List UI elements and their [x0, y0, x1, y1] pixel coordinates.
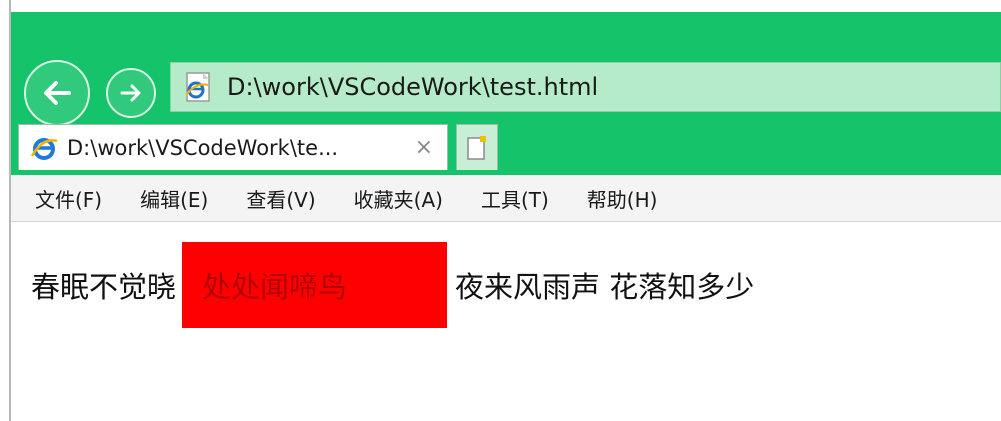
forward-button[interactable] — [106, 68, 156, 118]
back-arrow-icon — [44, 81, 71, 105]
menu-tools[interactable]: 工具(T) — [481, 184, 549, 213]
poem-line: 春眠不觉晓 处处闻啼鸟 夜来风雨声 花落知多少 — [31, 242, 754, 328]
page-content: 春眠不觉晓 处处闻啼鸟 夜来风雨声 花落知多少 — [11, 222, 1001, 421]
address-bar[interactable]: D:\work\VSCodeWork\test.html — [170, 62, 1001, 112]
ie-logo-icon — [30, 137, 58, 160]
menu-favorites[interactable]: 收藏夹(A) — [354, 184, 443, 213]
menu-file[interactable]: 文件(F) — [35, 184, 102, 213]
highlighted-span: 处处闻啼鸟 — [182, 242, 448, 328]
tab-current[interactable]: D:\work\VSCodeWork\te... × — [18, 124, 448, 170]
new-tab-button[interactable] — [456, 124, 498, 170]
menu-help[interactable]: 帮助(H) — [587, 184, 658, 213]
poem-text-after: 夜来风雨声 花落知多少 — [455, 270, 755, 304]
ie-page-icon — [185, 72, 210, 102]
forward-arrow-icon — [120, 84, 141, 102]
tab-title: D:\work\VSCodeWork\te... — [67, 135, 339, 160]
menu-edit[interactable]: 编辑(E) — [140, 184, 208, 213]
address-text[interactable]: D:\work\VSCodeWork\test.html — [227, 73, 598, 101]
poem-text-before: 春眠不觉晓 — [31, 270, 177, 304]
new-tab-icon — [467, 135, 486, 160]
menu-bar: 文件(F) 编辑(E) 查看(V) 收藏夹(A) 工具(T) 帮助(H) — [11, 175, 1001, 222]
window-left-edge — [0, 0, 11, 421]
back-button[interactable] — [24, 60, 90, 126]
menu-view[interactable]: 查看(V) — [246, 184, 315, 213]
window-top-strip — [11, 0, 1001, 12]
tab-close-icon[interactable]: × — [415, 135, 433, 160]
highlighted-text: 处处闻啼鸟 — [202, 270, 348, 304]
